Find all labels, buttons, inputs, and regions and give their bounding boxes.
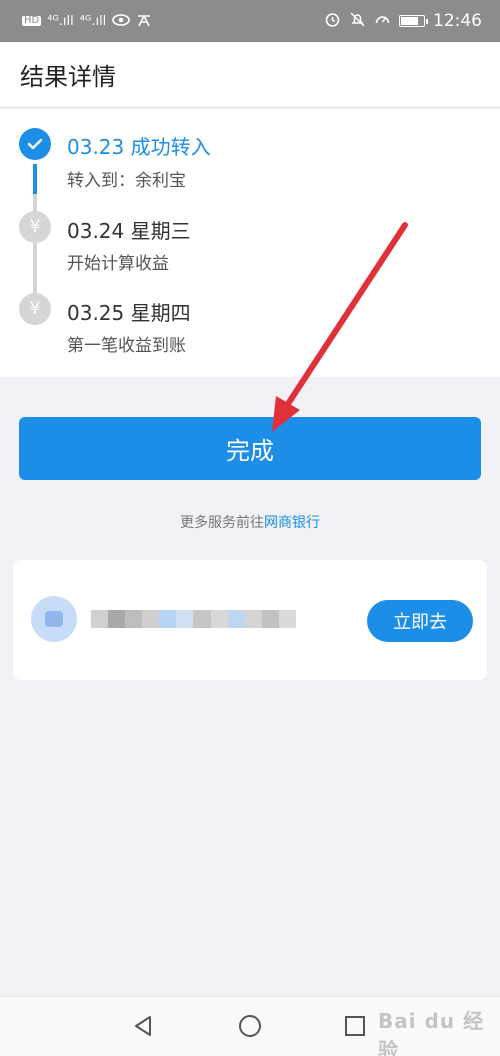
signal-4g-icon: ⁴ᴳ.ıll: [79, 13, 107, 29]
yuan-icon: ¥: [19, 293, 51, 325]
done-button[interactable]: 完成: [19, 417, 481, 480]
more-services-prefix: 更多服务前往: [180, 515, 264, 531]
status-right-icons: 12:46: [324, 11, 482, 32]
check-icon: [19, 128, 51, 160]
go-now-button[interactable]: 立即去: [367, 600, 473, 642]
eye-icon: [112, 13, 131, 30]
promo-avatar: [31, 596, 77, 642]
more-services-link[interactable]: 更多服务前往网商银行: [0, 512, 500, 532]
timeline-connector-active: [33, 164, 37, 194]
timeline-step-subtitle: 第一笔收益到账: [67, 336, 186, 356]
hd-icon: HD: [22, 15, 42, 26]
blurred-promo-text: [91, 610, 296, 628]
signal-4g-icon: ⁴ᴳ.ıll: [47, 13, 74, 29]
clock: 12:46: [433, 11, 482, 31]
timeline-step-subtitle: 开始计算收益: [67, 254, 169, 274]
timeline-step-title: 03.25 星期四: [67, 301, 191, 325]
notification-icon: [136, 13, 152, 30]
home-icon[interactable]: [235, 1011, 265, 1041]
status-left-icons: HD ⁴ᴳ.ıll ⁴ᴳ.ıll: [22, 13, 152, 30]
timeline-step-subtitle: 转入到：余利宝: [67, 171, 186, 191]
recent-apps-icon[interactable]: [340, 1011, 370, 1041]
back-icon[interactable]: [128, 1011, 158, 1041]
status-bar: HD ⁴ᴳ.ıll ⁴ᴳ.ıll 12:46: [0, 0, 500, 42]
timeline-connector: [33, 243, 37, 298]
battery-icon: [399, 15, 428, 27]
progress-timeline: 03.23 成功转入 转入到：余利宝 ¥ 03.24 星期三 开始计算收益 ¥ …: [0, 109, 500, 377]
page-title: 结果详情: [20, 63, 116, 91]
timeline-step-title: 03.23 成功转入: [67, 135, 211, 159]
watermark-logo: Bai du 经验: [378, 1009, 485, 1056]
mute-icon: [349, 11, 366, 32]
alarm-icon: [324, 11, 341, 32]
speed-icon: [374, 11, 391, 32]
timeline-step-title: 03.24 星期三: [67, 219, 191, 243]
bank-link[interactable]: 网商银行: [264, 515, 320, 531]
header: 结果详情: [0, 42, 500, 108]
promo-card: 立即去: [13, 560, 487, 680]
yuan-icon: ¥: [19, 211, 51, 243]
